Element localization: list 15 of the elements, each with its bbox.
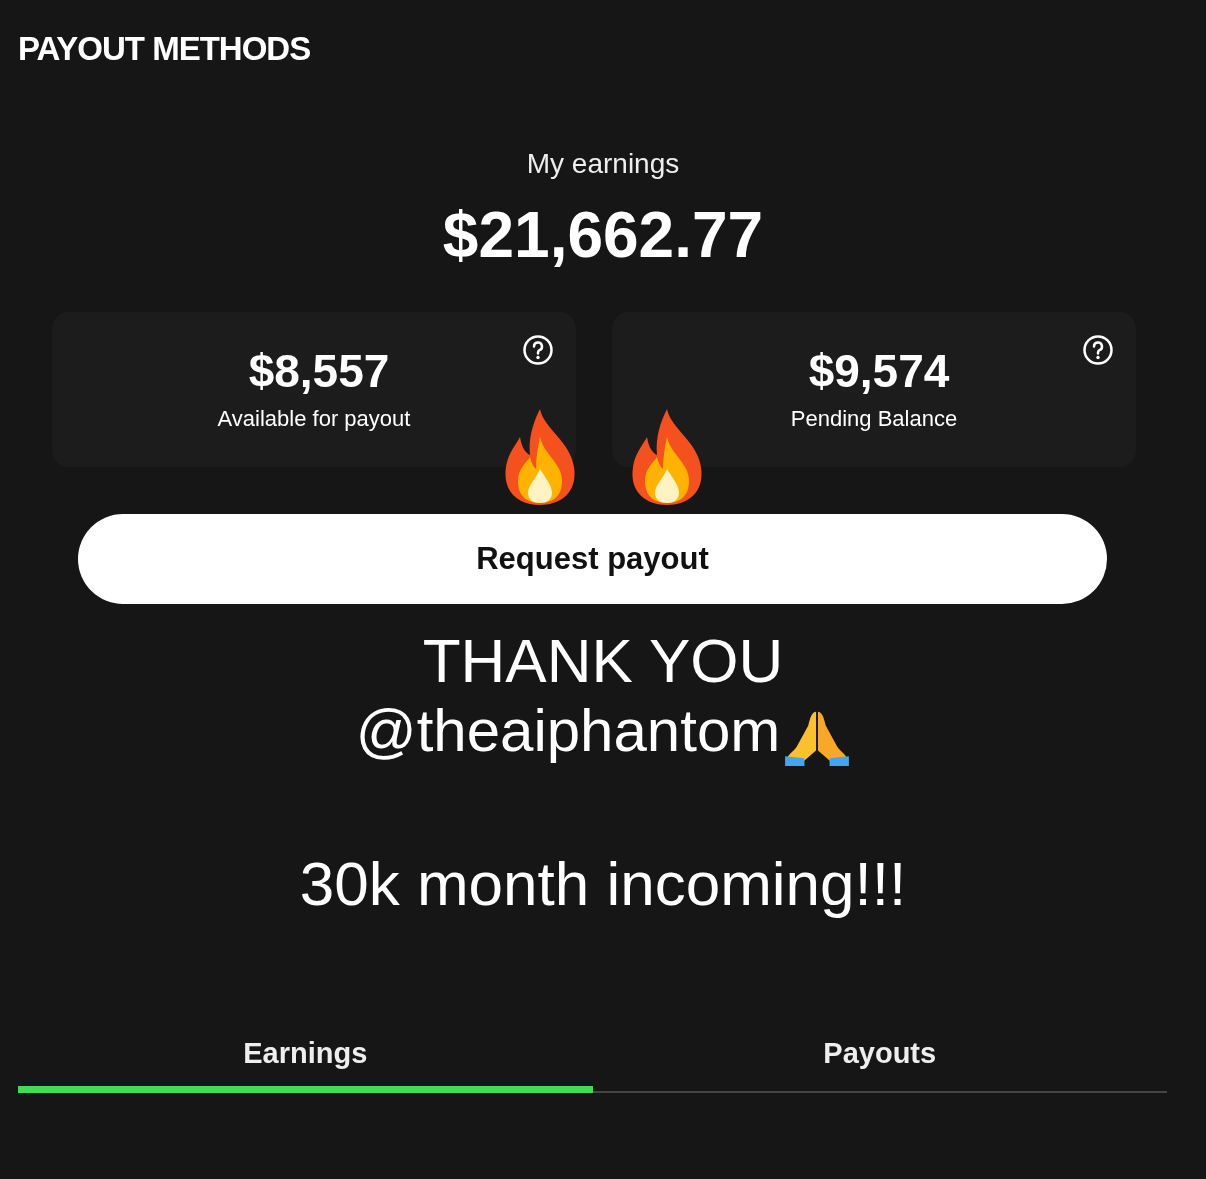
- help-icon[interactable]: [1082, 334, 1114, 366]
- caption-text: 30k month incoming!!!: [298, 848, 908, 919]
- balance-amount: $8,557: [248, 344, 390, 398]
- earnings-label: My earnings: [525, 148, 681, 180]
- page-title: PAYOUT METHODS: [18, 30, 312, 68]
- balance-label: Available for payout: [217, 406, 411, 432]
- request-payout-button[interactable]: Request payout: [78, 514, 1107, 604]
- balance-label: Pending Balance: [790, 406, 958, 432]
- tab[interactable]: Earnings: [18, 1027, 593, 1093]
- balance-amount: $9,574: [808, 344, 950, 398]
- tab[interactable]: Payouts: [592, 1027, 1167, 1093]
- caption-text: THANK YOU: [421, 626, 785, 696]
- caption-handle: @theaiphantom: [355, 696, 781, 766]
- help-icon[interactable]: [522, 334, 554, 366]
- earnings-amount: $21,662.77: [441, 198, 765, 272]
